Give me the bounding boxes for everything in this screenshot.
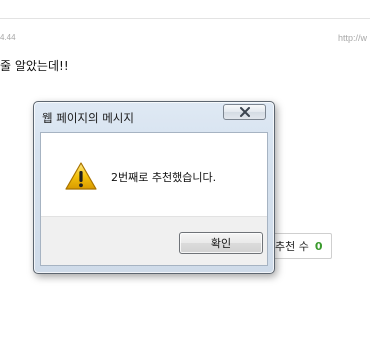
top-divider (0, 18, 370, 19)
warning-icon (64, 161, 98, 191)
dialog-body: 2번째로 추천했습니다. 확인 (40, 132, 268, 266)
dialog-title: 웹 페이지의 메시지 (42, 111, 134, 125)
post-meta-left: 4.44 (0, 33, 16, 42)
dialog-footer: 확인 (41, 216, 267, 265)
dialog-message: 2번째로 추천했습니다. (111, 171, 217, 184)
post-url-link[interactable]: http://w (338, 33, 367, 43)
post-body-text: 줄 알았는데!! (0, 59, 69, 73)
close-button[interactable] (223, 104, 266, 120)
recommend-label: 추천 수 (275, 240, 309, 253)
alert-dialog: 웹 페이지의 메시지 2번째로 추천했습니다. 확인 (33, 101, 275, 274)
close-icon (239, 107, 251, 117)
ok-button[interactable]: 확인 (179, 232, 263, 254)
recommend-count: 0 (314, 239, 323, 253)
